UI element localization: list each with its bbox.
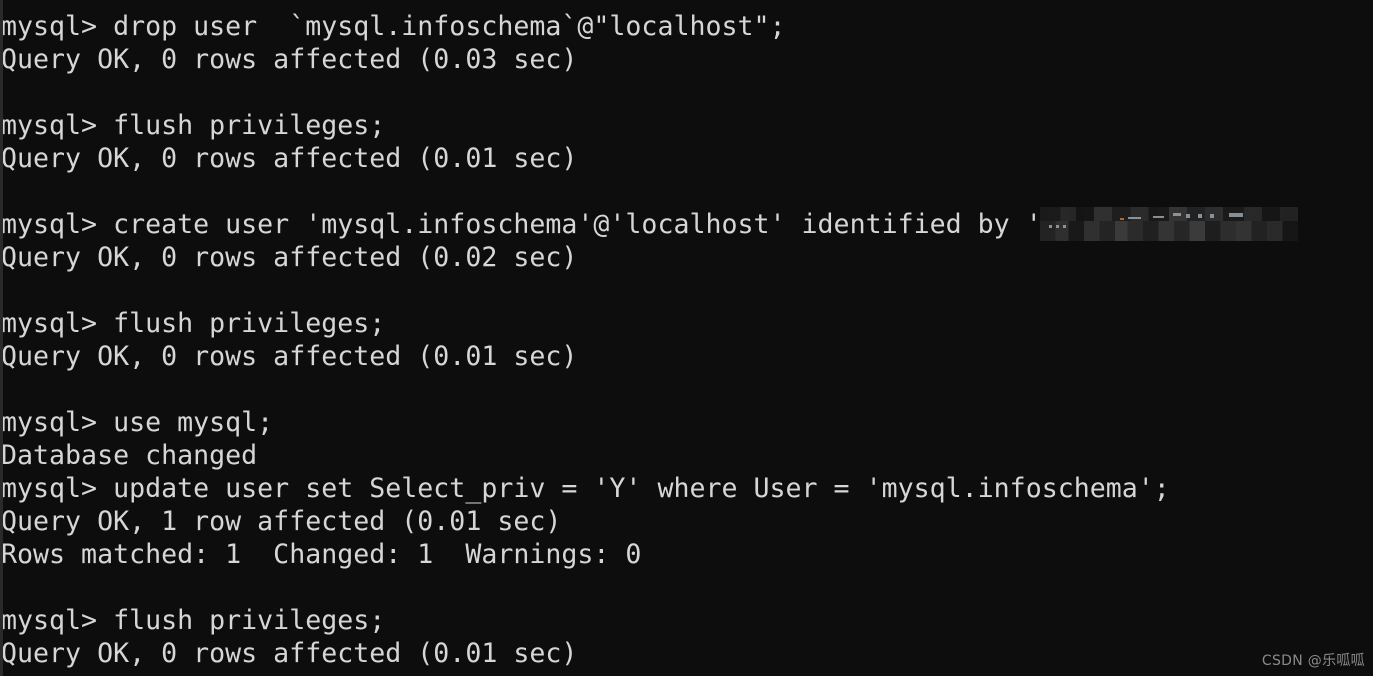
terminal-output: mysql> drop user `mysql.infoschema`@"loc…	[0, 10, 1373, 670]
terminal-line-text: Query OK, 1 row affected (0.01 sec)	[1, 506, 562, 537]
mosaic-fleck	[1198, 214, 1202, 218]
terminal-line: mysql> update user set Select_priv = 'Y'…	[0, 472, 1373, 505]
terminal-line: mysql> flush privileges;	[0, 307, 1373, 340]
terminal-line: Query OK, 0 rows affected (0.01 sec)	[0, 637, 1373, 670]
terminal-line-text: Query OK, 0 rows affected (0.01 sec)	[1, 638, 578, 669]
terminal-line-text: mysql> flush privileges;	[1, 308, 386, 339]
terminal-line: mysql> drop user `mysql.infoschema`@"loc…	[0, 10, 1373, 43]
mosaic-fleck	[1173, 213, 1181, 216]
terminal-line-text: Query OK, 0 rows affected (0.01 sec)	[1, 143, 578, 174]
terminal-line: Rows matched: 1 Changed: 1 Warnings: 0	[0, 538, 1373, 571]
mosaic-fleck	[1049, 225, 1052, 228]
terminal-line: Database changed	[0, 439, 1373, 472]
mosaic-fleck	[1210, 214, 1214, 218]
terminal-line-text: mysql> drop user `mysql.infoschema`@"loc…	[1, 11, 786, 42]
terminal-line-text: Query OK, 0 rows affected (0.01 sec)	[1, 341, 578, 372]
window-left-edge	[0, 0, 3, 676]
mosaic-band	[1040, 207, 1298, 221]
mosaic-fleck	[1056, 225, 1059, 228]
terminal-line: Query OK, 0 rows affected (0.03 sec)	[0, 43, 1373, 76]
mosaic-fleck	[1128, 217, 1141, 219]
terminal-line-text: Query OK, 0 rows affected (0.03 sec)	[1, 44, 578, 75]
terminal-window[interactable]: mysql> drop user `mysql.infoschema`@"loc…	[0, 0, 1373, 676]
terminal-line-text: Query OK, 0 rows affected (0.02 sec)	[1, 242, 578, 273]
terminal-line-text: mysql> flush privileges;	[1, 605, 386, 636]
terminal-line: Query OK, 0 rows affected (0.01 sec)	[0, 340, 1373, 373]
mosaic-fleck	[1229, 213, 1243, 217]
terminal-line-text: mysql> flush privileges;	[1, 110, 386, 141]
blurred-password-mosaic	[1040, 207, 1298, 241]
terminal-line-text: Rows matched: 1 Changed: 1 Warnings: 0	[1, 539, 642, 570]
mosaic-fleck	[1063, 225, 1066, 228]
terminal-line-text: mysql> update user set Select_priv = 'Y'…	[1, 473, 1170, 504]
terminal-line-text: Database changed	[1, 440, 258, 471]
mosaic-fleck	[1186, 214, 1190, 218]
terminal-line: mysql> flush privileges;	[0, 604, 1373, 637]
terminal-line-text: mysql> use mysql;	[1, 407, 274, 438]
mosaic-fleck	[1120, 218, 1124, 220]
terminal-line: mysql> use mysql;	[0, 406, 1373, 439]
terminal-line: Query OK, 1 row affected (0.01 sec)	[0, 505, 1373, 538]
terminal-line: Query OK, 0 rows affected (0.01 sec)	[0, 142, 1373, 175]
terminal-line: Query OK, 0 rows affected (0.02 sec)	[0, 241, 1373, 274]
terminal-line: mysql> flush privileges;	[0, 109, 1373, 142]
mosaic-fleck	[1153, 216, 1164, 218]
csdn-watermark: CSDN @乐呱呱	[1261, 653, 1365, 669]
